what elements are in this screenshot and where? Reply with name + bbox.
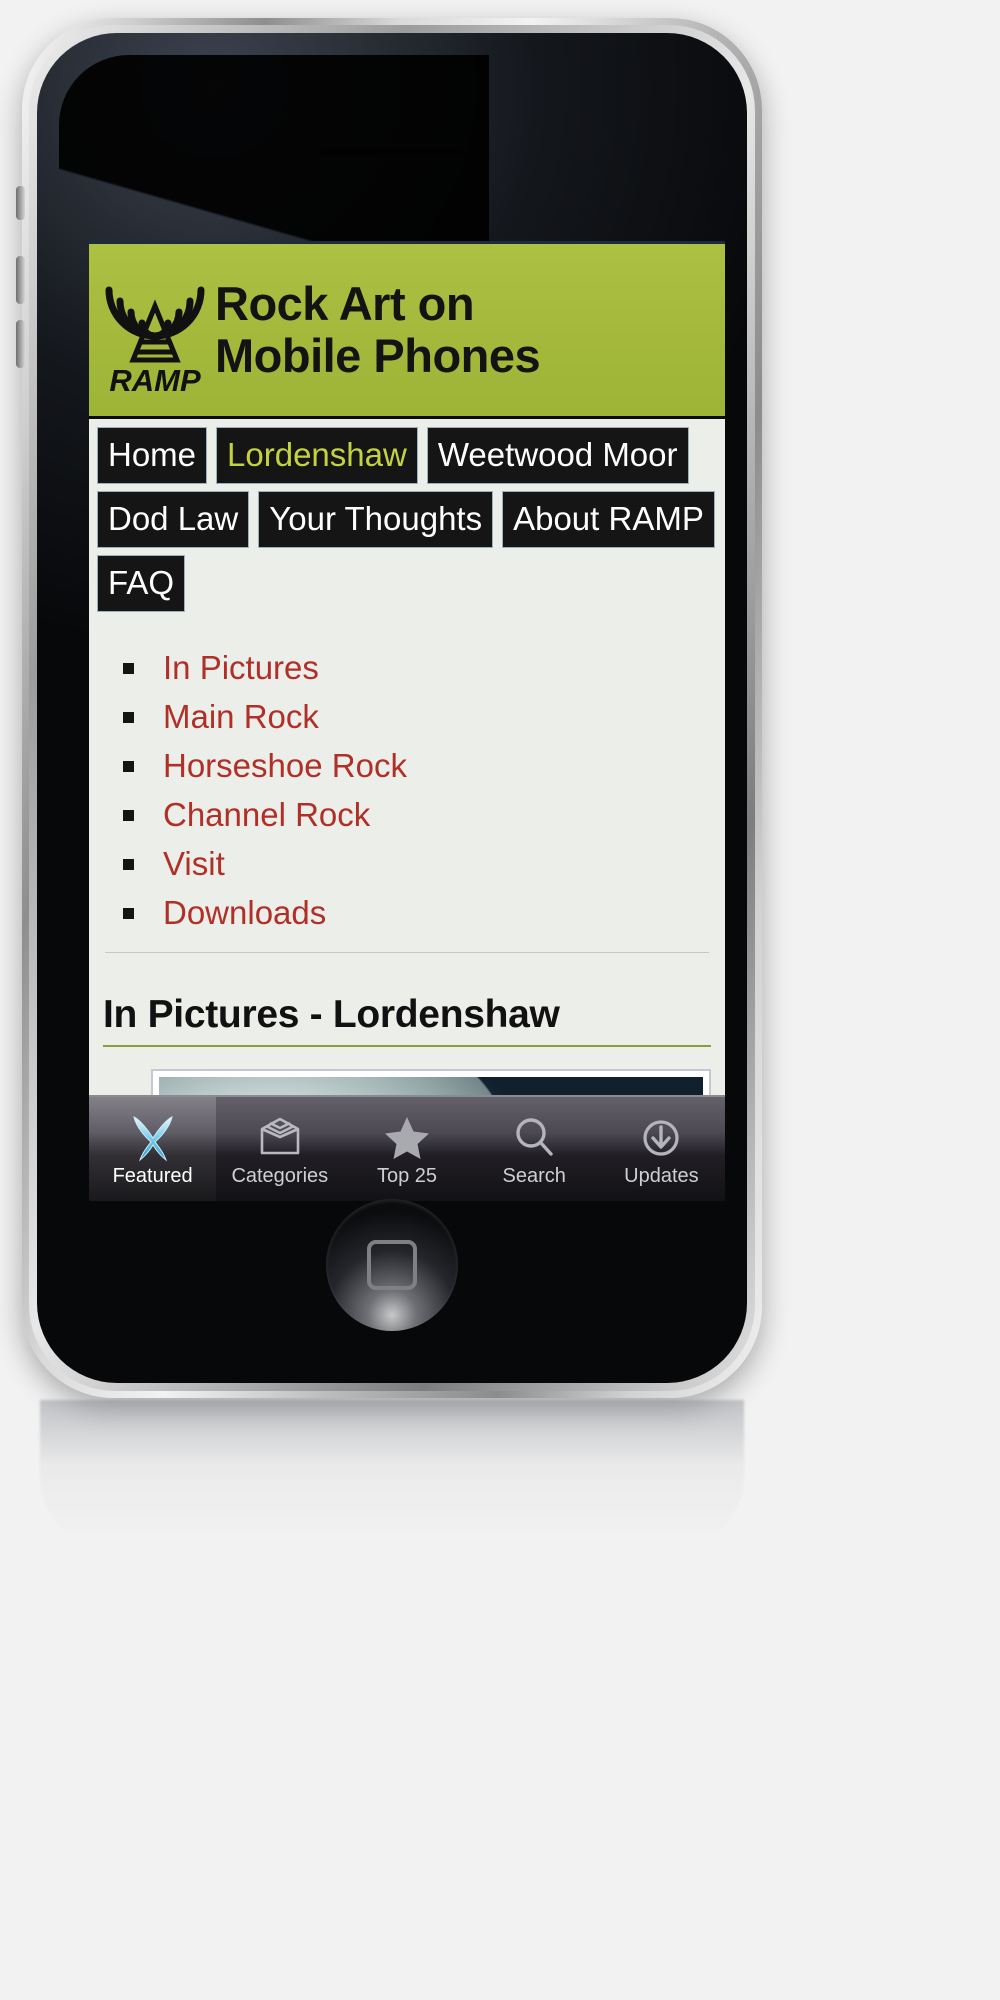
earpiece-speaker xyxy=(319,145,465,158)
site-title: Rock Art on Mobile Phones xyxy=(215,277,541,382)
sublink-channel-rock[interactable]: Channel Rock xyxy=(163,796,370,833)
phone-reflection xyxy=(40,1400,744,1560)
list-item[interactable]: Downloads xyxy=(115,894,725,932)
page-title: In Pictures - Lordenshaw xyxy=(103,992,560,1036)
rock-art-photo[interactable] xyxy=(159,1076,703,1097)
nav-button-lordenshaw[interactable]: Lordenshaw xyxy=(216,427,418,484)
phone-front-panel: RAMP Rock Art on Mobile Phones Home Lord… xyxy=(37,33,747,1383)
list-item[interactable]: Main Rock xyxy=(115,698,725,736)
download-arrow-icon xyxy=(643,1120,680,1156)
sublink-in-pictures[interactable]: In Pictures xyxy=(163,649,319,686)
site-title-line2: Mobile Phones xyxy=(215,329,541,382)
tab-label-categories: Categories xyxy=(231,1165,329,1187)
nav-row-1: Home Lordenshaw Weetwood Moor xyxy=(97,427,725,484)
list-item[interactable]: In Pictures xyxy=(115,649,725,687)
silence-switch[interactable] xyxy=(16,186,25,220)
site-title-line1: Rock Art on xyxy=(215,277,475,331)
sublink-downloads[interactable]: Downloads xyxy=(163,894,326,931)
tab-featured[interactable]: Featured xyxy=(89,1097,217,1201)
list-item[interactable]: Horseshoe Rock xyxy=(115,747,725,785)
iphone-device: RAMP Rock Art on Mobile Phones Home Lord… xyxy=(16,18,762,1398)
sublink-list: In Pictures Main Rock Horseshoe Rock Cha… xyxy=(89,649,725,932)
nav-row-2: Dod Law Your Thoughts About RAMP xyxy=(97,491,725,548)
tab-label-featured: Featured xyxy=(112,1165,193,1187)
photo-frame[interactable] xyxy=(151,1068,711,1097)
featured-star-x-icon xyxy=(132,1116,173,1162)
tab-updates[interactable]: Updates xyxy=(598,1097,725,1201)
categories-box-icon xyxy=(260,1117,300,1155)
volume-up-button[interactable] xyxy=(16,256,25,304)
tab-label-search: Search xyxy=(502,1165,566,1187)
nav-button-home[interactable]: Home xyxy=(97,427,208,484)
nav-button-weetwood-moor[interactable]: Weetwood Moor xyxy=(426,427,689,484)
list-item[interactable]: Visit xyxy=(115,845,725,883)
sublink-main-rock[interactable]: Main Rock xyxy=(163,698,319,735)
nav-button-faq[interactable]: FAQ xyxy=(97,555,186,612)
volume-down-button[interactable] xyxy=(16,320,25,368)
tab-label-updates: Updates xyxy=(624,1165,699,1187)
nav-button-dod-law[interactable]: Dod Law xyxy=(97,491,250,548)
app-tab-bar: Featured Categories Top 25 Search Update… xyxy=(89,1095,725,1201)
search-icon xyxy=(516,1118,553,1156)
tab-search[interactable]: Search xyxy=(471,1097,598,1201)
home-square-glyph xyxy=(367,1240,417,1290)
radio-tower-icon: RAMP xyxy=(101,260,209,400)
home-button[interactable] xyxy=(326,1199,458,1331)
ramp-wordmark: RAMP xyxy=(109,363,201,398)
phone-screen: RAMP Rock Art on Mobile Phones Home Lord… xyxy=(89,241,725,1201)
site-navigation: Home Lordenshaw Weetwood Moor Dod Law Yo… xyxy=(89,419,725,623)
heading-underline xyxy=(103,1044,711,1047)
tab-categories[interactable]: Categories xyxy=(216,1097,343,1201)
site-header: RAMP Rock Art on Mobile Phones xyxy=(89,241,725,419)
web-content-area[interactable]: RAMP Rock Art on Mobile Phones Home Lord… xyxy=(89,241,725,1097)
star-icon xyxy=(385,1117,429,1159)
sublink-visit[interactable]: Visit xyxy=(163,845,225,882)
sublink-horseshoe-rock[interactable]: Horseshoe Rock xyxy=(163,747,407,784)
tab-label-top-25: Top 25 xyxy=(376,1165,438,1187)
nav-row-3: FAQ xyxy=(97,555,725,612)
nav-button-about-ramp[interactable]: About RAMP xyxy=(502,491,715,548)
list-item[interactable]: Channel Rock xyxy=(115,796,725,834)
tab-top-25[interactable]: Top 25 xyxy=(343,1097,470,1201)
nav-button-your-thoughts[interactable]: Your Thoughts xyxy=(258,491,494,548)
